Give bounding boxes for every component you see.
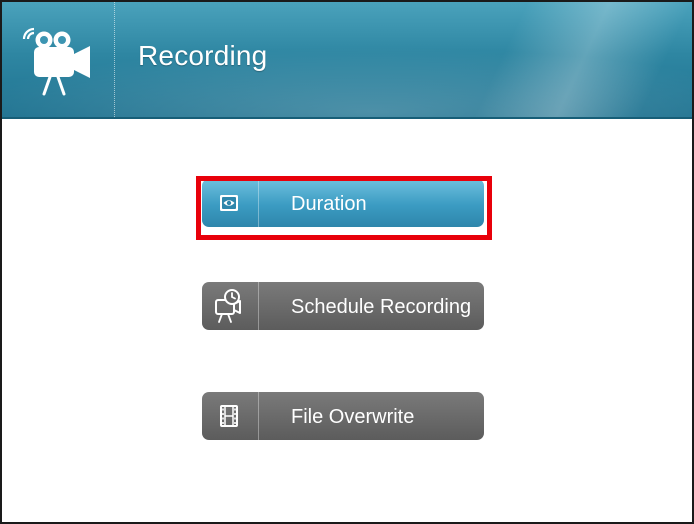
schedule-recording-button[interactable]: Schedule Recording [202,282,484,330]
video-camera-icon [22,27,90,96]
duration-icon-cell [202,179,259,227]
duration-button[interactable]: Duration [202,179,484,227]
film-strip-icon [220,405,238,427]
header-bar: Recording [2,2,692,119]
file-overwrite-button[interactable]: File Overwrite [202,392,484,440]
schedule-icon-cell [202,282,259,330]
eye-icon [220,195,238,211]
file-overwrite-label: File Overwrite [291,406,415,428]
camera-clock-icon [215,289,241,323]
app-logo [2,2,114,119]
header-border [2,117,692,119]
page-title: Recording [138,40,268,71]
duration-label: Duration [291,193,367,215]
schedule-recording-label: Schedule Recording [291,296,472,318]
header-light-streak [422,2,692,119]
recording-screen: Recording Duration Schedule Recording Fi… [0,0,694,524]
header-divider [114,2,115,119]
file-overwrite-icon-cell [202,392,259,440]
